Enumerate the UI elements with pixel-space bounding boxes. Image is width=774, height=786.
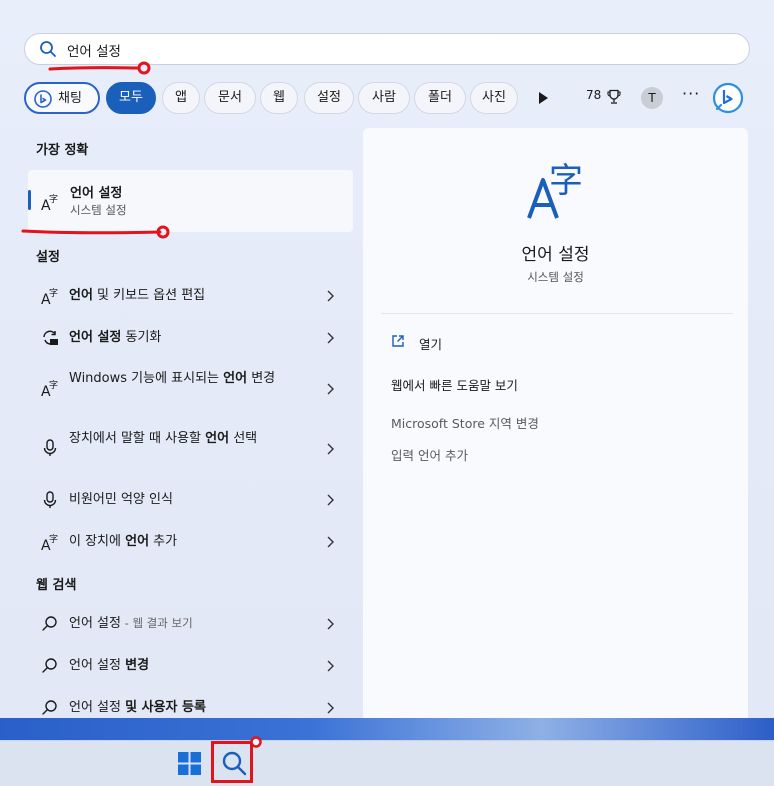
chevron-right-icon xyxy=(327,332,334,344)
search-icon xyxy=(42,616,57,631)
language-icon: A 字 xyxy=(41,533,58,552)
web-item-label: 언어 설정 - 웹 결과 보기 xyxy=(69,616,193,631)
language-icon: A 字 xyxy=(41,379,58,398)
chevron-right-icon xyxy=(327,494,334,506)
web-item-change-language-settings[interactable]: 언어 설정 변경 xyxy=(28,648,353,684)
svg-text:字: 字 xyxy=(49,379,58,391)
bing-chat-icon xyxy=(34,90,52,108)
web-item-language-settings[interactable]: 언어 설정 - 웹 결과 보기 xyxy=(28,606,353,642)
chevron-right-icon xyxy=(327,536,334,548)
rewards-points: 78 xyxy=(586,88,602,102)
desktop-wallpaper xyxy=(0,718,774,740)
language-icon: A 字 xyxy=(41,287,58,306)
search-icon xyxy=(42,658,57,673)
svg-text:字: 字 xyxy=(49,533,58,545)
trophy-icon[interactable] xyxy=(607,89,621,105)
avatar[interactable]: T xyxy=(641,87,663,109)
language-icon: 字 xyxy=(527,161,583,219)
best-match-item[interactable]: A 字 언어 설정 시스템 설정 xyxy=(28,170,353,232)
chevron-right-icon xyxy=(327,618,334,630)
microphone-icon xyxy=(43,491,57,508)
windows-start-icon[interactable] xyxy=(178,752,201,775)
filter-documents[interactable]: 문서 xyxy=(204,82,256,114)
chevron-right-icon xyxy=(327,702,334,714)
best-match-heading: 가장 정확 xyxy=(36,143,89,158)
more-options-button[interactable]: ··· xyxy=(682,84,700,103)
preview-title: 언어 설정 xyxy=(521,245,590,265)
search-panel: 채팅 모두 앱 문서 웹 설정 사람 폴더 사진 78 T ··· 가장 정확 xyxy=(0,0,774,724)
filter-web[interactable]: 웹 xyxy=(260,82,298,114)
chevron-right-icon xyxy=(327,290,334,302)
search-input[interactable] xyxy=(67,38,727,62)
settings-item-add-language[interactable]: A 字 이 장치에 언어 추가 xyxy=(28,524,353,560)
change-store-region-action[interactable]: Microsoft Store 지역 변경 xyxy=(391,413,539,432)
filter-folders[interactable]: 폴더 xyxy=(414,82,466,114)
svg-text:字: 字 xyxy=(549,161,583,201)
sync-icon xyxy=(43,330,58,345)
settings-item-edit-language-keyboard[interactable]: A 字 언어 및 키보드 옵션 편집 xyxy=(28,278,353,314)
annotation-highlight-box xyxy=(211,741,253,783)
chevron-right-icon xyxy=(327,660,334,672)
filter-all[interactable]: 모두 xyxy=(106,82,156,114)
settings-item-label: 비원어민 억양 인식 xyxy=(69,492,173,507)
filter-people[interactable]: 사람 xyxy=(358,82,410,114)
divider xyxy=(381,313,733,314)
preview-subtitle: 시스템 설정 xyxy=(527,270,584,284)
settings-item-change-windows-language[interactable]: A 字 Windows 기능에 표시되는 언어 변경 xyxy=(28,362,353,414)
more-filters-arrow-icon[interactable] xyxy=(536,90,550,106)
search-icon xyxy=(42,700,57,715)
web-search-heading: 웹 검색 xyxy=(36,578,77,593)
settings-item-speech-language[interactable]: 장치에서 말할 때 사용할 언어 선택 xyxy=(28,422,353,474)
open-action[interactable]: 열기 xyxy=(419,334,442,353)
settings-item-non-native-accent[interactable]: 비원어민 억양 인식 xyxy=(28,482,353,518)
search-box[interactable] xyxy=(24,33,750,65)
quick-help-action[interactable]: 웹에서 빠른 도움말 보기 xyxy=(391,375,518,394)
microphone-icon xyxy=(43,439,57,456)
settings-item-label: 이 장치에 언어 추가 xyxy=(69,534,178,549)
filter-apps[interactable]: 앱 xyxy=(162,82,200,114)
chevron-right-icon xyxy=(327,443,334,455)
settings-item-label: 장치에서 말할 때 사용할 언어 선택 xyxy=(69,431,258,446)
svg-text:字: 字 xyxy=(49,287,58,299)
settings-item-sync-language[interactable]: 언어 설정 동기화 xyxy=(28,320,353,356)
search-icon xyxy=(40,41,56,57)
filter-photos[interactable]: 사진 xyxy=(470,82,518,114)
web-item-label: 언어 설정 및 사용자 등록 xyxy=(69,700,206,715)
best-match-subtitle: 시스템 설정 xyxy=(70,203,127,217)
chat-chip[interactable]: 채팅 xyxy=(24,82,100,114)
settings-item-label: 언어 설정 동기화 xyxy=(69,330,162,345)
selection-indicator xyxy=(28,190,31,210)
open-external-icon xyxy=(392,335,404,347)
bing-icon[interactable] xyxy=(712,82,744,114)
preview-pane: 字 언어 설정 시스템 설정 열기 웹에서 빠른 도움말 보기 Microsof… xyxy=(363,128,748,724)
language-icon: A 字 xyxy=(41,193,58,212)
settings-heading: 설정 xyxy=(36,250,60,265)
settings-item-label: 언어 및 키보드 옵션 편집 xyxy=(69,288,206,303)
settings-item-label: Windows 기능에 표시되는 언어 변경 xyxy=(69,371,276,386)
add-input-language-action[interactable]: 입력 언어 추가 xyxy=(391,445,468,464)
chevron-right-icon xyxy=(327,383,334,395)
web-item-label: 언어 설정 변경 xyxy=(69,658,150,673)
taskbar xyxy=(0,740,774,786)
filter-settings[interactable]: 설정 xyxy=(304,82,354,114)
chat-chip-label: 채팅 xyxy=(58,91,82,106)
svg-text:字: 字 xyxy=(49,193,58,205)
best-match-title: 언어 설정 xyxy=(70,186,123,201)
